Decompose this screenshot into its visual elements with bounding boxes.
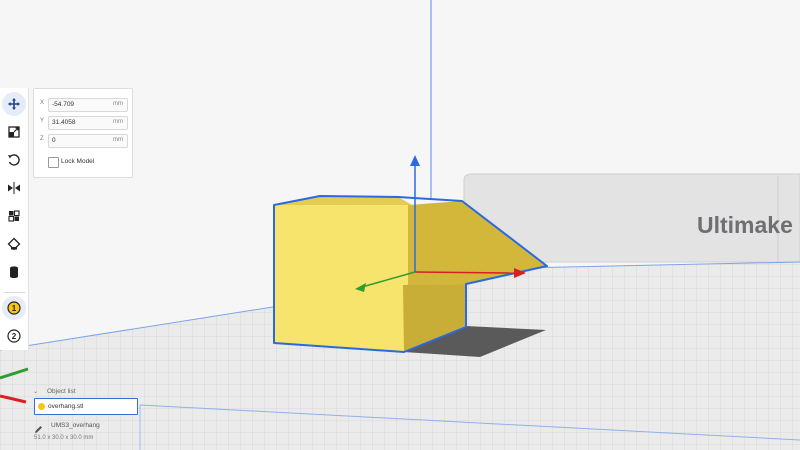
rotate-icon [7, 153, 21, 167]
toolbar-divider [3, 292, 25, 293]
object-list-toggle[interactable]: ⌄ Object list [30, 387, 130, 397]
job-name-row[interactable]: UMS3_overhang [34, 421, 134, 433]
gizmo-x-axis[interactable] [414, 271, 515, 274]
tool-panel: 1 2 [0, 88, 29, 350]
extruder-1-button[interactable]: 1 [2, 296, 26, 320]
move-icon [7, 97, 21, 111]
extruder-tool-button[interactable] [2, 260, 26, 284]
extruder-1-icon: 1 [7, 301, 21, 315]
y-coordinate-input[interactable]: 31.4058 mm [48, 116, 128, 130]
z-coordinate-unit: mm [113, 137, 123, 143]
object-list-title: Object list [47, 388, 76, 395]
3d-viewport[interactable]: Ultimake [0, 0, 800, 450]
printer-brand-text: Ultimake [697, 212, 793, 238]
extruder-color-dot [38, 403, 45, 410]
object-name: overhang.stl [48, 403, 84, 410]
support-blocker-icon [7, 237, 21, 251]
object-list-item[interactable]: overhang.stl [34, 398, 138, 415]
job-name: UMS3_overhang [51, 422, 100, 429]
x-coordinate-input[interactable]: -54.709 mm [48, 98, 128, 112]
y-axis-label: Y [40, 118, 45, 124]
z-coordinate-input[interactable]: 0 mm [48, 134, 128, 148]
mirror-tool-button[interactable] [2, 176, 26, 200]
y-coordinate-value: 31.4058 [52, 119, 76, 126]
scale-tool-button[interactable] [2, 120, 26, 144]
mirror-icon [7, 181, 21, 195]
extruder-2-button[interactable]: 2 [2, 324, 26, 348]
per-model-settings-tool-button[interactable] [2, 204, 26, 228]
extruder-2-icon: 2 [7, 329, 21, 343]
x-coordinate-unit: mm [113, 101, 123, 107]
coord-row-z: Z 0 mm [34, 134, 132, 148]
z-coordinate-value: 0 [52, 137, 56, 144]
x-axis-label: X [40, 100, 45, 106]
object-list-panel: ⌄ Object list overhang.stl UMS3_overhang… [30, 387, 140, 447]
rotate-tool-button[interactable] [2, 148, 26, 172]
chevron-down-icon: ⌄ [33, 389, 39, 395]
lock-model-row[interactable]: Lock Model [48, 156, 128, 168]
svg-text:2: 2 [12, 332, 17, 341]
x-coordinate-value: -54.709 [52, 101, 75, 108]
scale-icon [7, 125, 21, 139]
extruder-icon [7, 265, 21, 279]
lock-model-checkbox[interactable] [48, 157, 59, 168]
coord-row-x: X -54.709 mm [34, 98, 132, 112]
per-model-settings-icon [7, 209, 21, 223]
move-tool-panel: X -54.709 mm Y 31.4058 mm Z 0 mm Lock Mo… [33, 88, 133, 178]
y-coordinate-unit: mm [113, 119, 123, 125]
coord-row-y: Y 31.4058 mm [34, 116, 132, 130]
lock-model-label: Lock Model [61, 158, 95, 165]
svg-text:1: 1 [12, 304, 17, 313]
z-axis-label: Z [40, 136, 44, 142]
model-dimensions: 51.0 x 30.0 x 30.0 mm [34, 435, 94, 441]
support-blocker-tool-button[interactable] [2, 232, 26, 256]
move-tool-button[interactable] [2, 92, 26, 116]
